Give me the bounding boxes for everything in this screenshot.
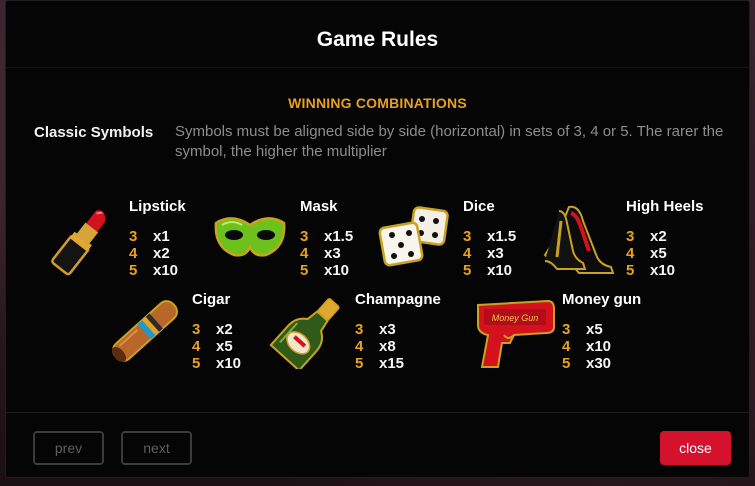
symbol-name: Cigar	[192, 291, 231, 308]
payout-multiplier: x8	[379, 338, 396, 355]
payout-count: 5	[463, 262, 472, 279]
prev-button[interactable]: prev	[33, 431, 104, 465]
payout-row: 5 x10	[129, 262, 178, 279]
payout-count: 4	[300, 245, 309, 262]
payout-row: 3 x5	[562, 321, 603, 338]
payout-multiplier: x10	[487, 262, 513, 279]
mask-icon	[214, 217, 286, 257]
payout-count: 4	[192, 338, 201, 355]
payout-count: 5	[355, 355, 364, 372]
payout-multiplier: x15	[379, 355, 405, 372]
next-button[interactable]: next	[121, 431, 192, 465]
symbol-name: High Heels	[626, 198, 704, 215]
payout-row: 5 x10	[300, 262, 349, 279]
payout-count: 4	[562, 338, 571, 355]
payout-multiplier: x5	[650, 245, 667, 262]
symbol-name: Dice	[463, 198, 495, 215]
payout-row: 3 x1.5	[463, 228, 516, 245]
payout-multiplier: x30	[586, 355, 612, 372]
payout-row: 3 x2	[192, 321, 233, 338]
payout-row: 4 x8	[355, 338, 396, 355]
payout-count: 3	[562, 321, 571, 338]
money-gun-logo-text: Money Gun	[492, 313, 539, 323]
payout-multiplier: x10	[586, 338, 612, 355]
payout-count: 3	[192, 321, 201, 338]
dice-icon	[378, 206, 449, 267]
payout-multiplier: x2	[153, 245, 170, 262]
close-button[interactable]: close	[660, 431, 731, 465]
payout-multiplier: x5	[216, 338, 233, 355]
modal-title: Game Rules	[316, 28, 439, 51]
payout-multiplier: x1.5	[324, 228, 354, 245]
payout-count: 5	[129, 262, 138, 279]
cigar-icon	[111, 300, 178, 362]
payout-multiplier: x3	[487, 245, 504, 262]
payout-row: 3 x1	[129, 228, 170, 245]
payout-row: 4 x5	[626, 245, 667, 262]
payout-multiplier: x10	[324, 262, 350, 279]
payout-row: 3 x2	[626, 228, 667, 245]
footer-divider	[6, 412, 749, 413]
payout-count: 4	[463, 245, 472, 262]
symbol-name: Money gun	[562, 291, 642, 308]
payout-count: 4	[129, 245, 138, 262]
high-heels-icon	[543, 205, 615, 274]
payout-count: 4	[626, 245, 635, 262]
payout-multiplier: x1	[153, 228, 170, 245]
payout-row: 4 x5	[192, 338, 233, 355]
payout-row: 4 x10	[562, 338, 611, 355]
symbol-name: Champagne	[355, 291, 441, 308]
payout-count: 3	[355, 321, 364, 338]
payout-multiplier: x2	[216, 321, 233, 338]
payout-count: 5	[192, 355, 201, 372]
payout-row: 5 x15	[355, 355, 404, 372]
payout-multiplier: x1.5	[487, 228, 517, 245]
payout-row: 3 x3	[355, 321, 396, 338]
payout-count: 3	[129, 228, 138, 245]
payout-row: 5 x10	[626, 262, 675, 279]
payout-multiplier: x10	[650, 262, 676, 279]
payout-count: 5	[300, 262, 309, 279]
payout-multiplier: x10	[153, 262, 179, 279]
header-divider	[6, 67, 749, 68]
section-title: WINNING COMBINATIONS	[288, 95, 467, 111]
payout-row: 4 x2	[129, 245, 170, 262]
payout-multiplier: x3	[379, 321, 396, 338]
payout-row: 5 x10	[192, 355, 241, 372]
champagne-icon	[269, 298, 340, 369]
symbol-name: Lipstick	[129, 198, 186, 215]
payout-multiplier: x3	[324, 245, 341, 262]
payout-multiplier: x2	[650, 228, 667, 245]
payout-row: 5 x30	[562, 355, 611, 372]
payout-count: 4	[355, 338, 364, 355]
game-rules-modal: Game Rules WINNING COMBINATIONS Classic …	[5, 0, 750, 478]
payout-row: 3 x1.5	[300, 228, 353, 245]
payout-row: 5 x10	[463, 262, 512, 279]
payout-count: 3	[463, 228, 472, 245]
symbol-name: Mask	[300, 198, 338, 215]
lipstick-icon	[51, 210, 106, 276]
payout-row: 4 x3	[300, 245, 341, 262]
classic-symbols-description: Symbols must be aligned side by side (ho…	[175, 123, 724, 160]
payout-multiplier: x10	[216, 355, 242, 372]
classic-symbols-label: Classic Symbols	[34, 124, 154, 141]
payout-multiplier: x5	[586, 321, 603, 338]
money-gun-icon: Money Gun	[477, 299, 555, 368]
payout-row: 4 x3	[463, 245, 504, 262]
payout-count: 3	[300, 228, 309, 245]
payout-count: 5	[626, 262, 635, 279]
payout-count: 3	[626, 228, 635, 245]
payout-count: 5	[562, 355, 571, 372]
